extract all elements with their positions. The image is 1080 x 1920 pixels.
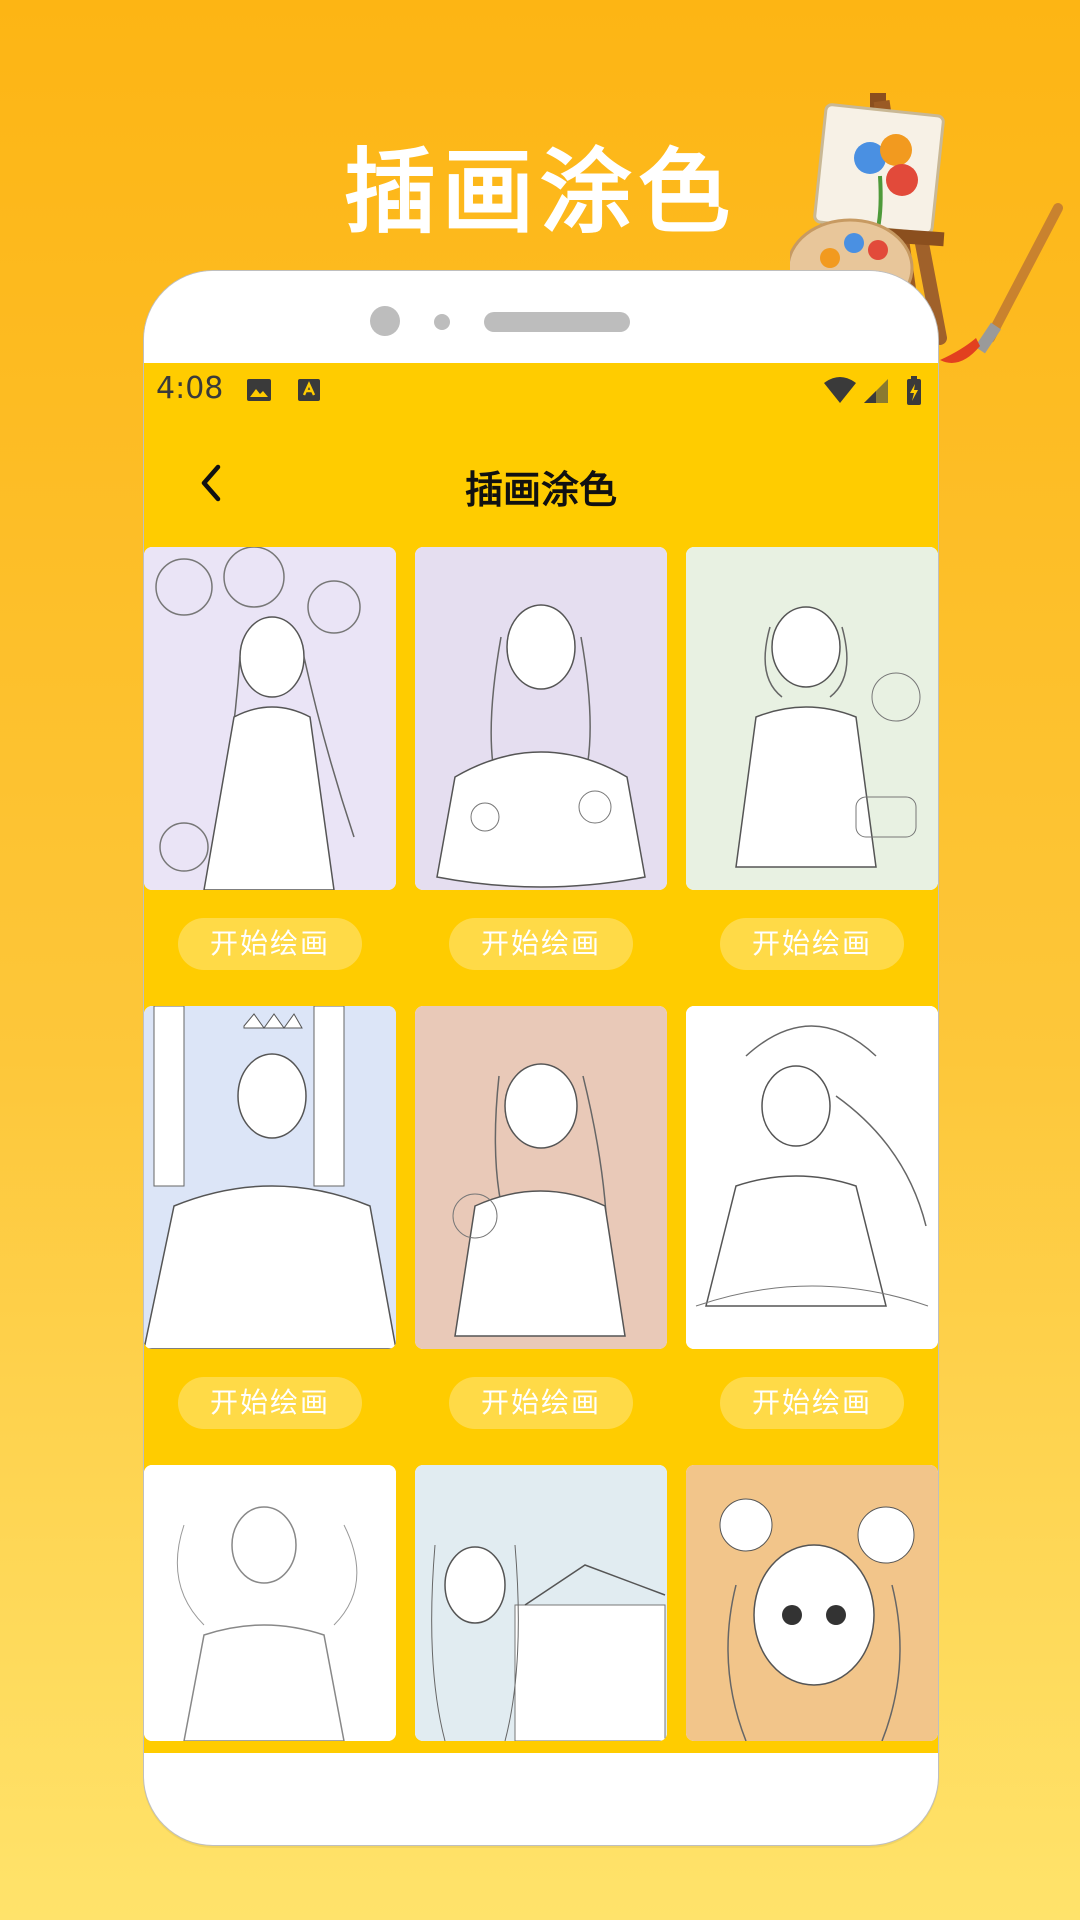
phone-bezel	[144, 271, 938, 363]
image-notification-icon	[247, 379, 271, 401]
illustration-card[interactable]	[686, 1006, 938, 1349]
start-drawing-button[interactable]: 开始绘画	[178, 1377, 362, 1429]
start-drawing-button[interactable]: 开始绘画	[720, 1377, 904, 1429]
sensor	[434, 314, 450, 330]
phone-frame: 4:08 插画涂色 开始绘画 开始绘画 开始绘画 开始绘画 开始绘画 开始绘画	[143, 270, 939, 1846]
princess-illustration	[144, 1465, 396, 1741]
illustration-card[interactable]	[144, 1006, 396, 1349]
princess-illustration	[415, 1465, 667, 1741]
status-bar: 4:08	[144, 363, 938, 419]
illustration-card[interactable]	[415, 1006, 667, 1349]
signal-icon	[864, 379, 888, 403]
princess-illustration	[415, 547, 667, 890]
app-screen: 4:08 插画涂色 开始绘画 开始绘画 开始绘画 开始绘画 开始绘画 开始绘画	[144, 363, 938, 1753]
princess-illustration	[144, 547, 396, 890]
princess-illustration	[686, 547, 938, 890]
status-time: 4:08	[156, 371, 224, 406]
princess-illustration	[686, 1006, 938, 1349]
princess-illustration	[415, 1006, 667, 1349]
illustration-card[interactable]	[415, 547, 667, 890]
app-bar: 插画涂色	[144, 419, 938, 547]
illustration-card[interactable]	[415, 1465, 667, 1741]
start-drawing-button[interactable]: 开始绘画	[178, 918, 362, 970]
speaker	[484, 312, 630, 332]
battery-icon	[907, 376, 921, 405]
grid-row: 开始绘画 开始绘画 开始绘画	[144, 547, 938, 1006]
start-drawing-button[interactable]: 开始绘画	[449, 918, 633, 970]
wifi-icon	[824, 377, 856, 403]
illustration-card[interactable]	[686, 547, 938, 890]
page-title: 插画涂色	[464, 468, 617, 512]
camera	[370, 306, 400, 336]
illustration-grid: 开始绘画 开始绘画 开始绘画 开始绘画 开始绘画 开始绘画	[144, 547, 938, 1753]
start-drawing-button[interactable]: 开始绘画	[720, 918, 904, 970]
illustration-card[interactable]	[144, 1465, 396, 1741]
illustration-card[interactable]	[144, 547, 396, 890]
grid-row	[144, 1465, 938, 1753]
grid-row: 开始绘画 开始绘画 开始绘画	[144, 1006, 938, 1465]
princess-illustration	[144, 1006, 396, 1349]
text-notification-icon	[298, 379, 320, 401]
princess-illustration	[686, 1465, 938, 1741]
illustration-card[interactable]	[686, 1465, 938, 1741]
start-drawing-button[interactable]: 开始绘画	[449, 1377, 633, 1429]
